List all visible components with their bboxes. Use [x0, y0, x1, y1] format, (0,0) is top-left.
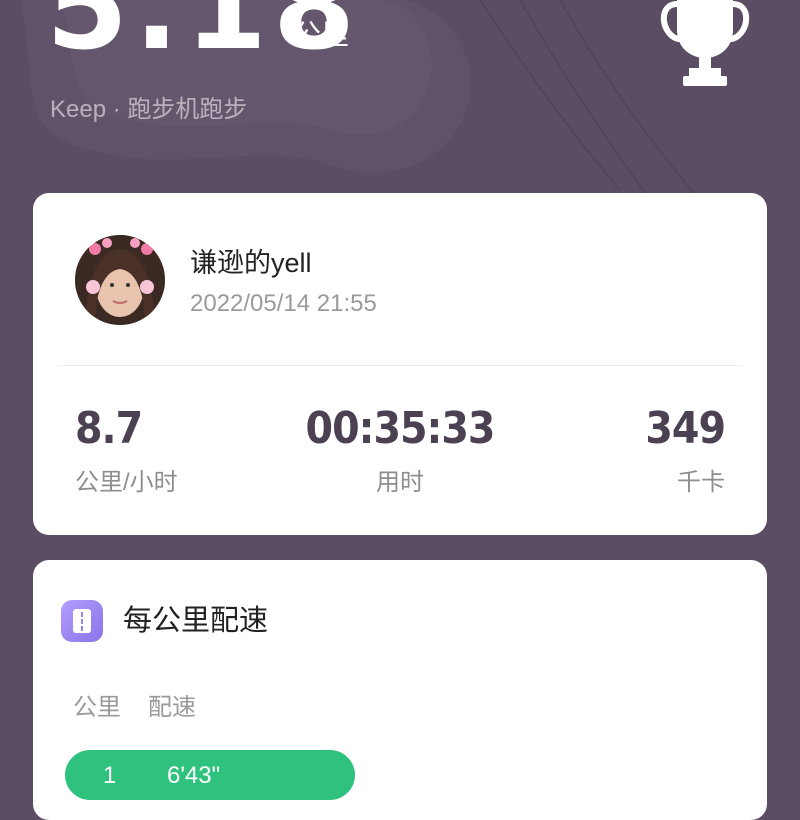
- pace-col-km: 公里: [73, 694, 121, 721]
- stat-calories: 349 千卡: [645, 403, 726, 498]
- pace-row-km: 1: [103, 762, 117, 789]
- pace-section-title: 每公里配速: [123, 605, 269, 637]
- activity-source: Keep · 跑步机跑步: [50, 96, 248, 123]
- stat-calories-value: 349: [645, 403, 726, 454]
- road-icon: [61, 600, 103, 642]
- pace-col-pace: 配速: [148, 694, 196, 721]
- user-name[interactable]: 谦逊的yell: [190, 247, 312, 279]
- hero-distance-unit: 公里: [293, 19, 350, 50]
- stat-calories-label: 千卡: [677, 469, 725, 497]
- pace-row[interactable]: 1 6'43": [65, 750, 355, 800]
- pace-row-pace: 6'43": [167, 762, 221, 789]
- divider: [58, 365, 742, 366]
- workout-summary-card: 谦逊的yell 2022/05/14 21:55 8.7 公里/小时 00:35…: [33, 193, 767, 535]
- workout-datetime: 2022/05/14 21:55: [190, 290, 377, 317]
- avatar[interactable]: [75, 235, 165, 325]
- pace-card: 每公里配速 公里 配速 1 6'43": [33, 560, 767, 820]
- trophy-icon[interactable]: [655, 0, 755, 90]
